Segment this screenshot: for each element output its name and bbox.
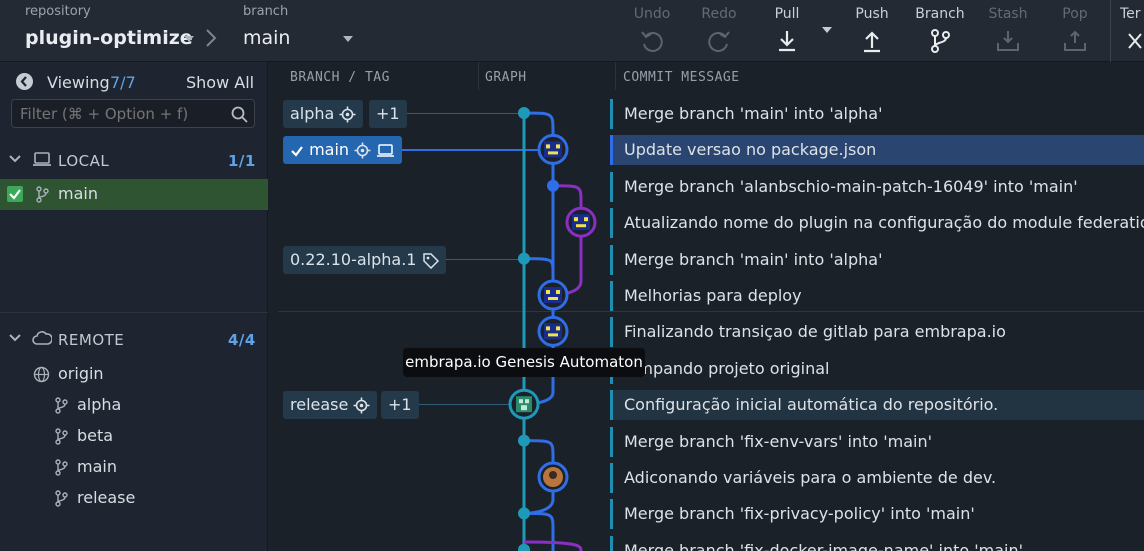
remote-branch-label: release [77,488,136,507]
robot-eye [584,217,588,222]
graph-line-fix [523,511,555,551]
remote-branch-item[interactable]: release [0,486,268,512]
robot-mouth [548,151,558,155]
robot-mouth [576,224,586,228]
remote-section-header[interactable]: REMOTE 4/4 [0,324,268,358]
branch-icon [55,397,68,414]
local-count: 1/1 [228,152,256,170]
robot-eye [546,326,550,331]
remote-branch-item[interactable]: beta [0,424,268,450]
repository-selector[interactable]: plugin-optimize [25,27,193,49]
remote-title: REMOTE [58,331,125,349]
local-title: LOCAL [58,152,110,170]
robot-mouth [548,297,558,300]
remote-count: 4/4 [228,331,256,349]
remote-origin[interactable]: origin [0,362,268,388]
merge-commit-dot [547,179,559,192]
sidebar: Viewing 7/7 Show All LOCAL 1/1 main REMO… [0,62,268,551]
merge-commit-dot [518,252,530,265]
repository-caption: repository [25,4,91,19]
branch-icon [55,459,68,476]
merge-commit-dot [518,507,530,520]
pull-button[interactable]: Pull [757,4,817,56]
robot-mouth [548,333,558,337]
robot-avatar [544,287,562,303]
branch-selector[interactable]: main [243,27,290,49]
section-divider [0,312,268,313]
branch-icon [55,428,68,445]
robot-eye [546,290,550,294]
stash-button[interactable]: Stash [978,4,1038,56]
robot-eye [556,290,560,294]
redo-button[interactable]: Redo [689,4,749,56]
push-button[interactable]: Push [842,4,902,56]
robot-avatar [572,214,590,231]
remote-branch-item[interactable]: alpha [0,393,268,419]
robot-eye [519,399,523,404]
robot-mouth [521,405,527,411]
graph-line-feature [552,184,583,297]
robot-eye [556,144,560,149]
back-icon[interactable] [15,72,34,91]
branch-icon [55,490,68,507]
merge-commit-dot [518,543,530,551]
chevron-down-icon [9,155,21,163]
branch-icon [36,186,49,203]
chevron-down-icon [9,334,21,342]
robot-eye [546,144,550,149]
branch-icon [931,29,950,53]
viewing-count: 7/7 [110,73,136,92]
checked-checkbox[interactable] [7,186,23,202]
remote-branch-label: beta [77,426,114,445]
undo-icon [641,31,663,52]
remote-branch-label: alpha [77,395,122,414]
toolbar: repository plugin-optimize branch main U… [0,0,1144,62]
repository-dropdown-icon[interactable] [184,36,194,42]
remote-origin-label: origin [58,364,104,383]
user-photo-avatar-face [549,471,557,479]
undo-button[interactable]: Undo [622,4,682,56]
merge-commit-dot [518,107,530,119]
viewing-label: Viewing [47,73,110,92]
laptop-icon [33,152,51,166]
pull-icon [779,31,795,52]
robot-eye [556,326,560,331]
commit-graph-panel: BRANCH / TAG GRAPH COMMIT MESSAGE Merge … [268,62,1144,551]
branch-button[interactable]: Branch [910,4,970,56]
search-icon [231,106,248,123]
globe-icon [33,366,50,383]
terminal-button[interactable]: Ter [1120,4,1144,56]
remote-branch-label: main [77,457,117,476]
close-icon [1128,33,1142,49]
app-window: repository plugin-optimize branch main U… [0,0,1144,551]
author-tooltip: embrapa.io Genesis Automaton [403,348,645,377]
filter-input[interactable] [12,100,222,127]
stash-icon [997,31,1019,51]
show-all-button[interactable]: Show All [186,73,254,92]
push-icon [864,31,880,53]
robot-eye [574,217,578,222]
pop-icon [1064,30,1086,51]
robot-avatar [544,141,562,158]
commit-graph [508,107,597,551]
pop-button[interactable]: Pop [1045,4,1105,56]
local-section-header[interactable]: LOCAL 1/1 [0,145,268,179]
local-branch-label: main [58,184,98,203]
branch-caption: branch [243,4,289,19]
chevron-right-icon [206,29,217,47]
redo-icon [708,31,730,52]
remote-branch-item[interactable]: main [0,455,268,481]
branch-dropdown-icon[interactable] [343,36,353,42]
local-branch-main[interactable]: main [0,179,268,210]
pull-options-icon[interactable] [822,27,832,33]
merge-commit-dot [518,434,530,447]
cloud-icon [32,331,52,345]
filter-field[interactable] [11,99,255,128]
robot-eye [525,399,529,404]
robot-avatar [544,323,562,340]
toolbar-divider [1110,0,1111,62]
